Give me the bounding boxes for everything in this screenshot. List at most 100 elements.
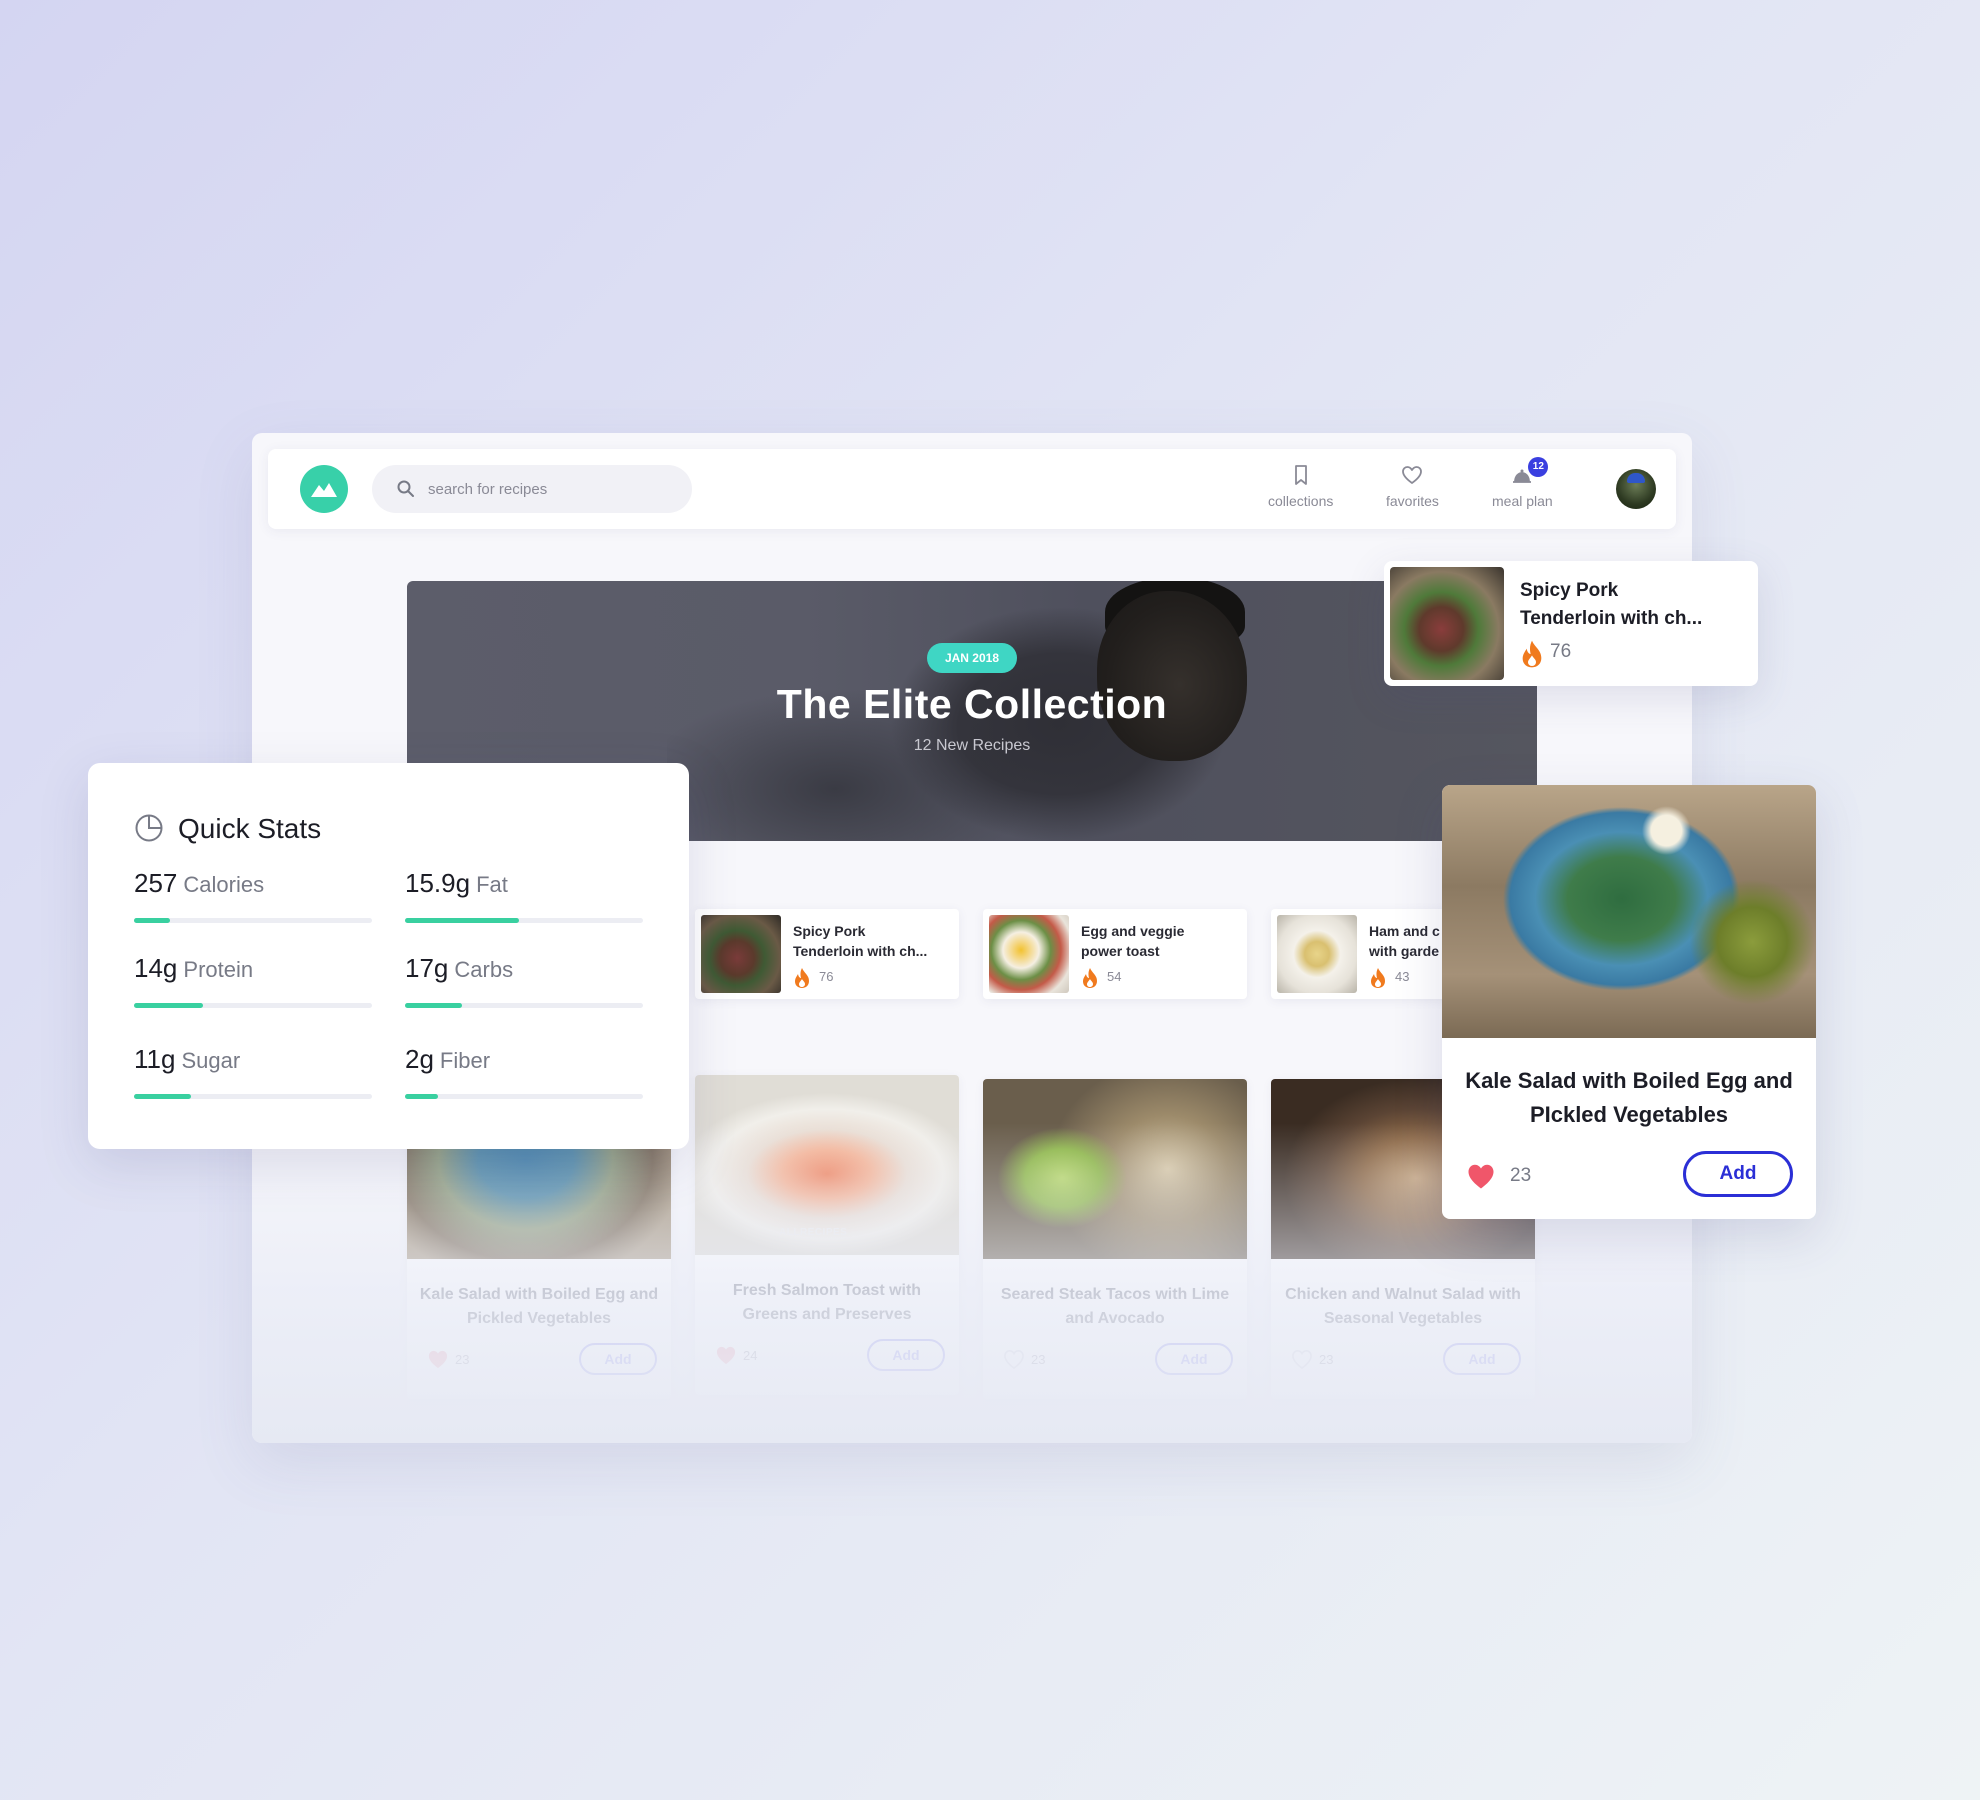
stat-progress-track <box>405 1094 643 1099</box>
stat-progress-track <box>134 1094 372 1099</box>
heart-icon[interactable] <box>715 1345 737 1365</box>
featured-mini-thumbnail <box>1390 567 1504 680</box>
stat-progress-fill <box>405 1003 463 1008</box>
recipe-likes: 23 <box>1319 1352 1334 1367</box>
stat-value: 11g <box>134 1044 176 1074</box>
mini-recipe-title-line2: Tenderloin with ch... <box>793 943 928 959</box>
stat-value: 2g <box>405 1044 434 1074</box>
bookmark-icon <box>1294 465 1307 485</box>
recipe-image <box>983 1079 1247 1259</box>
stat-progress-track <box>134 1003 372 1008</box>
mini-recipe-thumbnail <box>1277 915 1357 993</box>
stat-label: Sugar <box>181 1048 241 1073</box>
stat-protein: 14g Protein <box>134 953 372 1008</box>
add-recipe-button[interactable]: Add <box>579 1343 657 1375</box>
stat-progress-fill <box>405 1094 439 1099</box>
recipe-title: Fresh Salmon Toast with Greens and Prese… <box>732 1282 922 1323</box>
mini-recipe-count: 54 <box>1107 969 1122 984</box>
flame-icon <box>1371 968 1385 988</box>
stat-label: Fat <box>476 872 508 897</box>
app-logo[interactable] <box>300 465 348 513</box>
stat-value: 15.9g <box>405 868 471 898</box>
featured-recipe-title: Kale Salad with Boiled Egg and PIckled V… <box>1465 1068 1793 1127</box>
mini-recipe-thumbnail <box>701 915 781 993</box>
stat-calories: 257 Calories <box>134 868 372 923</box>
meal-plan-badge: 12 <box>1528 457 1549 477</box>
add-featured-recipe-button[interactable]: Add <box>1683 1151 1793 1197</box>
heart-icon[interactable] <box>1466 1162 1496 1190</box>
recipe-title: Chicken and Walnut Salad with Seasonal V… <box>1285 1286 1521 1327</box>
mini-recipe-title: Egg and veggie <box>1081 923 1185 939</box>
mini-recipe-title-line2: power toast <box>1081 943 1160 959</box>
stat-progress-fill <box>134 918 170 923</box>
stat-value: 17g <box>405 953 449 983</box>
flame-icon <box>1083 968 1097 988</box>
stat-progress-fill <box>405 918 520 923</box>
pie-chart-icon <box>135 814 163 842</box>
flame-icon <box>1522 640 1542 668</box>
recipe-card[interactable]: ALLRECIPES Fresh Salmon Toast with Green… <box>695 1075 959 1395</box>
heart-icon[interactable] <box>427 1349 449 1369</box>
heart-outline-icon[interactable] <box>1003 1349 1025 1369</box>
quick-stats-panel: Quick Stats 257 Calories 15.9g Fat 14g Prot… <box>88 763 689 1149</box>
stat-progress-fill <box>134 1003 204 1008</box>
heart-icon <box>1402 466 1423 484</box>
nav-meal-plan-label: meal plan <box>1492 493 1553 509</box>
featured-recipe-image <box>1442 785 1816 1038</box>
stat-progress-track <box>405 1003 643 1008</box>
featured-recipe-likes: 23 <box>1510 1165 1532 1186</box>
hero-subtitle: 12 New Recipes <box>913 737 1031 754</box>
stat-value: 257 <box>134 868 178 898</box>
hero-title: The Elite Collection <box>776 681 1168 727</box>
stat-progress-track <box>405 918 643 923</box>
nav-collections-label: collections <box>1268 493 1334 509</box>
user-avatar[interactable] <box>1616 469 1656 509</box>
add-recipe-button[interactable]: Add <box>1155 1343 1233 1375</box>
featured-recipe-card[interactable]: Kale Salad with Boiled Egg and PIckled V… <box>1442 785 1816 1219</box>
heart-outline-icon[interactable] <box>1291 1349 1313 1369</box>
recipe-likes: 23 <box>1031 1352 1046 1367</box>
recipe-image-source-label: ALLRECIPES <box>779 1227 848 1238</box>
stat-fat: 15.9g Fat <box>405 868 643 923</box>
nav-favorites-label: favorites <box>1386 493 1439 509</box>
mini-recipe-card[interactable]: Spicy Pork Tenderloin with ch... 76 <box>695 909 959 999</box>
hero-figure-head <box>1097 591 1247 761</box>
stat-fiber: 2g Fiber <box>405 1044 643 1099</box>
stat-value: 14g <box>134 953 178 983</box>
recipe-likes: 23 <box>455 1352 470 1367</box>
recipe-likes: 24 <box>743 1348 758 1363</box>
mini-recipe-card[interactable]: Egg and veggie power toast 54 <box>983 909 1247 999</box>
recipe-title: Kale Salad with Boiled Egg and Pickled V… <box>419 1286 659 1327</box>
mini-recipe-thumbnail <box>989 915 1069 993</box>
stat-progress-fill <box>134 1094 192 1099</box>
mountain-logo-icon <box>311 483 337 497</box>
stat-label: Fiber <box>439 1048 491 1073</box>
add-recipe-button[interactable]: Add <box>867 1339 945 1371</box>
search-bar[interactable] <box>372 465 692 513</box>
featured-mini-recipe-card[interactable]: Spicy Pork Tenderloin with ch... 76 <box>1384 561 1758 686</box>
recipe-card[interactable]: Seared Steak Tacos with Lime and Avocado… <box>983 1079 1247 1399</box>
mini-recipe-count: 43 <box>1395 969 1410 984</box>
quick-stats-title: Quick Stats <box>178 813 322 844</box>
featured-mini-title-line2: Tenderloin with ch... <box>1520 608 1703 629</box>
add-recipe-button[interactable]: Add <box>1443 1343 1521 1375</box>
mini-recipe-title: Spicy Pork <box>793 923 866 939</box>
stat-sugar: 11g Sugar <box>134 1044 372 1099</box>
search-input[interactable] <box>428 465 678 513</box>
top-navigation-bar: collections favorites 12 meal plan <box>268 449 1676 529</box>
stat-carbs: 17g Carbs <box>405 953 643 1008</box>
nav-collections[interactable]: collections <box>1268 463 1333 509</box>
stat-label: Protein <box>183 957 254 982</box>
featured-mini-title: Spicy Pork <box>1520 580 1619 601</box>
mini-recipe-count: 76 <box>819 969 834 984</box>
search-icon <box>397 480 414 497</box>
flame-icon <box>795 968 809 988</box>
meal-plan-icon-wrap: 12 <box>1510 457 1549 487</box>
nav-favorites[interactable]: favorites <box>1386 463 1439 509</box>
stat-label: Carbs <box>454 957 514 982</box>
nav-meal-plan[interactable]: 12 meal plan <box>1492 457 1553 509</box>
hero-date-badge: JAN 2018 <box>927 643 1017 673</box>
stat-label: Calories <box>183 872 265 897</box>
featured-mini-count: 76 <box>1550 641 1572 662</box>
stat-progress-track <box>134 918 372 923</box>
